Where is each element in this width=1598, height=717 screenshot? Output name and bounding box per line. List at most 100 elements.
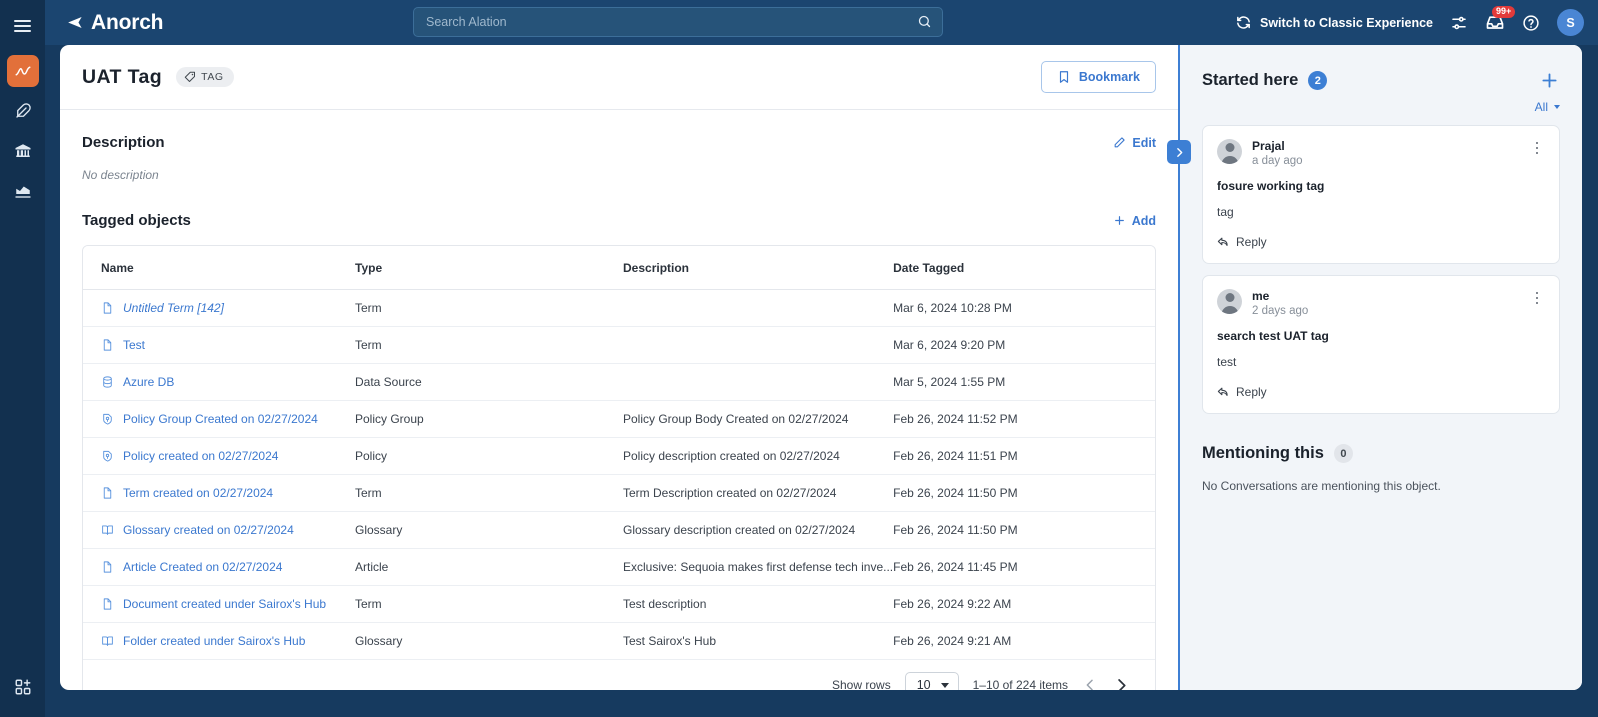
reply-button[interactable]: Reply xyxy=(1217,385,1545,399)
cell-name: Policy Group Created on 02/27/2024 xyxy=(83,400,355,438)
object-link[interactable]: Folder created under Sairox's Hub xyxy=(123,634,305,648)
cell-type: Term xyxy=(355,326,623,364)
kebab-menu-icon[interactable] xyxy=(1529,289,1545,307)
rail-item-governance[interactable] xyxy=(7,135,39,167)
inbox-button[interactable]: 99+ xyxy=(1485,5,1516,33)
cell-name: Test xyxy=(83,326,355,364)
object-type-label: TAG xyxy=(201,71,224,83)
table-row[interactable]: Policy created on 02/27/2024 Policy Policy… xyxy=(83,437,1155,475)
table-row[interactable]: Azure DB Data Source Mar 5, 2024 1:55 PM xyxy=(83,363,1155,401)
description-text: Test description xyxy=(623,597,707,611)
panel-collapse-button[interactable] xyxy=(1167,140,1191,164)
object-link[interactable]: Policy Group Created on 02/27/2024 xyxy=(123,412,318,426)
cell-name: Azure DB xyxy=(83,363,355,401)
column-header-description[interactable]: Description xyxy=(623,246,894,290)
pagination-prev-button[interactable] xyxy=(1082,677,1098,690)
cell-name: Document created under Sairox's Hub xyxy=(83,585,355,623)
document-icon xyxy=(103,487,112,499)
object-link[interactable]: Glossary created on 02/27/2024 xyxy=(123,523,294,537)
tagged-objects-section-head: Tagged objects Add xyxy=(82,212,1156,229)
conversation-card[interactable]: me 2 days ago search test UAT tag test Reply xyxy=(1202,275,1560,414)
mentioning-title: Mentioning this xyxy=(1202,444,1324,462)
kebab-menu-icon[interactable] xyxy=(1529,139,1545,157)
object-link[interactable]: Azure DB xyxy=(123,375,174,389)
switch-experience-label: Switch to Classic Experience xyxy=(1260,15,1433,30)
table-row[interactable]: Test Term Mar 6, 2024 9:20 PM xyxy=(83,326,1155,364)
mentioning-section: Mentioning this 0 No Conversations are m… xyxy=(1202,444,1560,493)
rail-item-curation[interactable] xyxy=(7,95,39,127)
description-text: Term Description created on 02/27/2024 xyxy=(623,486,837,500)
reply-label: Reply xyxy=(1236,235,1267,249)
object-link[interactable]: Article Created on 02/27/2024 xyxy=(123,560,282,574)
cell-name: Folder created under Sairox's Hub xyxy=(83,623,355,660)
object-link[interactable]: Policy created on 02/27/2024 xyxy=(123,449,278,463)
chart-scribble-icon xyxy=(15,66,30,76)
document-icon xyxy=(103,339,112,351)
conversation-card[interactable]: Prajal a day ago fosure working tag tag Repl… xyxy=(1202,125,1560,264)
sliders-icon[interactable] xyxy=(1450,14,1468,32)
cell-name: Glossary created on 02/27/2024 xyxy=(83,511,355,549)
rail-nav-list xyxy=(6,55,39,207)
chevron-down-icon xyxy=(1554,105,1560,109)
pagination-next-button[interactable] xyxy=(1112,676,1131,690)
policy-icon xyxy=(103,450,112,462)
rail-item-analytics[interactable] xyxy=(6,55,39,87)
conversation-filter-dropdown[interactable]: All xyxy=(1535,100,1560,114)
cell-type: Data Source xyxy=(355,363,623,401)
book-icon xyxy=(102,525,113,535)
brand-logo[interactable]: Anorch xyxy=(65,11,164,35)
menu-toggle-button[interactable] xyxy=(8,12,38,40)
name-cell-inner: Glossary created on 02/27/2024 xyxy=(101,523,355,537)
object-link[interactable]: Untitled Term [142] xyxy=(123,301,224,315)
description-text: Policy description created on 02/27/2024 xyxy=(623,449,840,463)
add-tagged-object-button[interactable]: Add xyxy=(1113,214,1156,228)
object-link[interactable]: Document created under Sairox's Hub xyxy=(123,597,326,611)
column-header-type[interactable]: Type xyxy=(355,246,623,290)
cell-description: Term Description created on 02/27/2024 xyxy=(623,474,894,512)
conversation-meta: me 2 days ago xyxy=(1252,289,1308,317)
conversation-meta: Prajal a day ago xyxy=(1252,139,1303,167)
conversations-panel: Started here 2 All Prajal a day ago fosure… xyxy=(1167,45,1582,690)
table-row[interactable]: Article Created on 02/27/2024 Article Excl… xyxy=(83,548,1155,586)
edit-description-button[interactable]: Edit xyxy=(1113,136,1156,150)
search-icon[interactable] xyxy=(917,14,932,29)
bookmark-button[interactable]: Bookmark xyxy=(1040,61,1156,93)
cell-description xyxy=(623,289,894,327)
name-cell-inner: Term created on 02/27/2024 xyxy=(101,486,355,500)
table-row[interactable]: Glossary created on 02/27/2024 Glossary Gl… xyxy=(83,511,1155,549)
table-row[interactable]: Document created under Sairox's Hub Term T… xyxy=(83,585,1155,623)
cell-name: Untitled Term [142] xyxy=(83,289,355,327)
inbox-badge: 99+ xyxy=(1492,5,1516,18)
object-type-chip: TAG xyxy=(176,67,234,87)
conversation-author: Prajal xyxy=(1252,139,1285,153)
table-row[interactable]: Folder created under Sairox's Hub Glossar… xyxy=(83,623,1155,660)
help-circle-icon[interactable] xyxy=(1522,14,1540,32)
table-row[interactable]: Term created on 02/27/2024 Term Term Descr… xyxy=(83,474,1155,512)
app-root: Anorch Switch to Classic Experience xyxy=(0,0,1598,717)
switch-experience-button[interactable]: Switch to Classic Experience xyxy=(1235,14,1433,31)
chevron-right-icon xyxy=(1118,678,1126,690)
description-text: Glossary description created on 02/27/20… xyxy=(623,523,856,537)
cell-name: Policy created on 02/27/2024 xyxy=(83,437,355,475)
user-avatar[interactable]: S xyxy=(1557,9,1584,36)
object-link[interactable]: Term created on 02/27/2024 xyxy=(123,486,273,500)
rail-item-apps[interactable] xyxy=(7,671,39,703)
reply-button[interactable]: Reply xyxy=(1217,235,1545,249)
rail-item-insights[interactable] xyxy=(7,175,39,207)
page-body: Description Edit No description Tagged o… xyxy=(60,110,1178,690)
column-header-date-tagged[interactable]: Date Tagged xyxy=(893,246,1155,290)
name-cell-inner: Policy Group Created on 02/27/2024 xyxy=(101,412,355,426)
search-input[interactable] xyxy=(413,7,943,37)
chevron-left-icon xyxy=(1086,679,1093,690)
add-conversation-button[interactable] xyxy=(1539,70,1560,91)
cell-type: Policy Group xyxy=(355,400,623,438)
rows-per-page-select[interactable]: 10 xyxy=(904,672,959,690)
add-label: Add xyxy=(1131,213,1156,228)
column-header-name[interactable]: Name xyxy=(83,246,355,290)
object-link[interactable]: Test xyxy=(123,338,145,352)
description-text: Test Sairox's Hub xyxy=(623,634,716,648)
cell-type: Article xyxy=(355,548,623,586)
page-main: UAT Tag TAG Bookmark Description Edit No… xyxy=(60,45,1178,690)
table-row[interactable]: Policy Group Created on 02/27/2024 Policy… xyxy=(83,400,1155,438)
table-row[interactable]: Untitled Term [142] Term Mar 6, 2024 10:28… xyxy=(83,289,1155,327)
